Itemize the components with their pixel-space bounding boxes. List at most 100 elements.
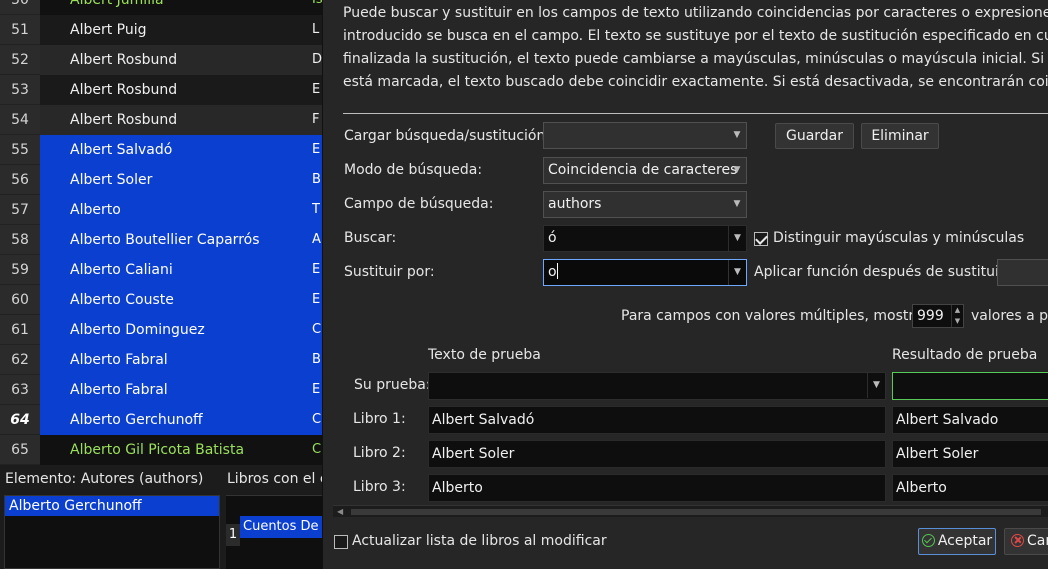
- extra-cell[interactable]: Is: [312, 0, 322, 15]
- spinner-arrows-icon[interactable]: ▲ ▼: [951, 305, 963, 327]
- multiple-values-spinner[interactable]: 999 ▲ ▼: [912, 304, 964, 328]
- author-cell[interactable]: Alberto Gil Picota Batista: [40, 435, 312, 465]
- load-select[interactable]: ▼: [543, 122, 747, 149]
- book-test-label: Libro 1:: [353, 411, 406, 427]
- author-cell[interactable]: Albert Salvadó: [40, 135, 312, 165]
- author-cell[interactable]: Albert Soler: [40, 165, 312, 195]
- books-with-list[interactable]: 1Cuentos De: [226, 495, 322, 569]
- list-item[interactable]: Alberto Gerchunoff: [5, 496, 219, 516]
- author-cell[interactable]: Albert Jumilla: [40, 0, 312, 15]
- table-row[interactable]: 58 Alberto Boutellier Caparrós A: [0, 225, 322, 255]
- function-select[interactable]: [997, 259, 1048, 286]
- author-cell[interactable]: Albert Rosbund: [40, 105, 312, 135]
- author-cell[interactable]: Alberto Caliani: [40, 255, 312, 285]
- chevron-down-icon[interactable]: ▼: [728, 260, 746, 285]
- item-pane: Elemento: Autores (authors) Alberto Gerc…: [0, 465, 222, 569]
- table-row[interactable]: 57 Alberto T: [0, 195, 322, 225]
- row-number: 51: [0, 15, 40, 45]
- text-cursor: [556, 263, 558, 279]
- author-cell[interactable]: Albert Rosbund: [40, 45, 312, 75]
- extra-cell[interactable]: E: [312, 255, 322, 285]
- table-row[interactable]: 60 Alberto Couste E: [0, 285, 322, 315]
- extra-cell[interactable]: E: [312, 375, 322, 405]
- extra-cell[interactable]: C: [312, 405, 322, 435]
- table-row[interactable]: 56 Albert Soler B: [0, 165, 322, 195]
- extra-cell[interactable]: L: [312, 15, 322, 45]
- load-label: Cargar búsqueda/sustitución:: [344, 128, 551, 144]
- multiple-values-label: Para campos con valores múltiples, mostr…: [621, 308, 929, 324]
- chevron-down-icon[interactable]: ▼: [728, 226, 746, 251]
- author-cell[interactable]: Alberto Fabral: [40, 345, 312, 375]
- table-row[interactable]: 51 Albert Puig L: [0, 15, 322, 45]
- extra-cell[interactable]: E: [312, 285, 322, 315]
- chevron-down-icon: ▼: [733, 130, 741, 140]
- row-number: 55: [0, 135, 40, 165]
- search-input[interactable]: ó ▼: [543, 225, 747, 252]
- row-number: 1: [226, 524, 240, 546]
- table-row[interactable]: 59 Alberto Caliani E: [0, 255, 322, 285]
- book-test-text[interactable]: Albert Salvadó: [428, 406, 886, 434]
- table-row[interactable]: 53 Albert Rosbund E: [0, 75, 322, 105]
- author-cell[interactable]: Albert Puig: [40, 15, 312, 45]
- row-number: 50: [0, 0, 40, 15]
- author-cell[interactable]: Alberto Couste: [40, 285, 312, 315]
- book-table[interactable]: 50 Albert Jumilla Is 51Albert PuigL52Alb…: [0, 0, 322, 465]
- test-text-header: Texto de prueba: [428, 347, 541, 363]
- author-cell[interactable]: Alberto Gerchunoff: [40, 405, 312, 435]
- chevron-down-icon[interactable]: ▼: [867, 373, 885, 398]
- author-cell[interactable]: Alberto Fabral: [40, 375, 312, 405]
- extra-cell[interactable]: E: [312, 135, 322, 165]
- extra-cell[interactable]: B: [312, 165, 322, 195]
- description-text: Puede buscar y sustituir en los campos d…: [343, 5, 1048, 90]
- list-item[interactable]: 1Cuentos De: [226, 516, 322, 546]
- chevron-down-icon: ▼: [733, 165, 741, 175]
- table-row[interactable]: 54 Albert Rosbund F: [0, 105, 322, 135]
- books-with-label: Libros con el e: [227, 471, 329, 487]
- search-replace-dialog: Puede buscar y sustituir en los campos d…: [322, 0, 1048, 569]
- ok-button[interactable]: Aceptar: [918, 528, 996, 555]
- field-select[interactable]: authors ▼: [543, 191, 747, 218]
- author-cell[interactable]: Alberto Boutellier Caparrós: [40, 225, 312, 255]
- update-list-checkbox[interactable]: [334, 535, 348, 549]
- extra-cell[interactable]: T: [312, 195, 322, 225]
- extra-cell[interactable]: D: [312, 45, 322, 75]
- extra-cell[interactable]: B: [312, 345, 322, 375]
- book-test-result: Alberto: [892, 474, 1048, 502]
- table-row[interactable]: 62 Alberto Fabral B: [0, 345, 322, 375]
- mode-select[interactable]: Coincidencia de caracteres ▼: [543, 157, 747, 184]
- save-button[interactable]: Guardar: [775, 123, 854, 149]
- extra-cell[interactable]: F: [312, 105, 322, 135]
- scrollbar-thumb[interactable]: [351, 509, 1041, 515]
- delete-button[interactable]: Eliminar: [861, 123, 939, 149]
- item-list[interactable]: Alberto Gerchunoff: [4, 495, 220, 569]
- row-number: 61: [0, 315, 40, 345]
- scroll-left-icon[interactable]: ◀: [337, 507, 343, 516]
- test-result-header: Resultado de prueba: [892, 347, 1038, 363]
- extra-cell[interactable]: C: [312, 315, 322, 345]
- horizontal-scrollbar[interactable]: ◀: [333, 505, 1048, 517]
- chevron-down-icon: ▼: [733, 199, 741, 209]
- table-row[interactable]: 50 Albert Jumilla Is: [0, 0, 322, 15]
- table-row[interactable]: 52 Albert Rosbund D: [0, 45, 322, 75]
- extra-cell[interactable]: C: [312, 435, 322, 465]
- replace-input[interactable]: o ▼: [543, 259, 747, 286]
- author-cell[interactable]: Alberto: [40, 195, 312, 225]
- book-test-text[interactable]: Albert Soler: [428, 440, 886, 468]
- row-number: 60: [0, 285, 40, 315]
- case-sensitive-label: Distinguir mayúsculas y minúsculas: [773, 230, 1025, 246]
- cancel-button[interactable]: Can: [1004, 528, 1048, 555]
- table-row[interactable]: 65 Alberto Gil Picota Batista C: [0, 435, 322, 465]
- table-row[interactable]: 63 Alberto Fabral E: [0, 375, 322, 405]
- author-cell[interactable]: Albert Rosbund: [40, 75, 312, 105]
- case-sensitive-checkbox[interactable]: [754, 232, 768, 246]
- table-row[interactable]: 64 Alberto Gerchunoff C: [0, 405, 322, 435]
- book-test-text[interactable]: Alberto: [428, 474, 886, 502]
- your-test-result: [892, 372, 1048, 400]
- extra-cell[interactable]: E: [312, 75, 322, 105]
- extra-cell[interactable]: A: [312, 225, 322, 255]
- table-row[interactable]: 61 Alberto Dominguez C: [0, 315, 322, 345]
- author-cell[interactable]: Alberto Dominguez: [40, 315, 312, 345]
- book-title: Cuentos De: [240, 516, 322, 538]
- your-test-input[interactable]: ▼: [428, 372, 886, 400]
- table-row[interactable]: 55 Albert Salvadó E: [0, 135, 322, 165]
